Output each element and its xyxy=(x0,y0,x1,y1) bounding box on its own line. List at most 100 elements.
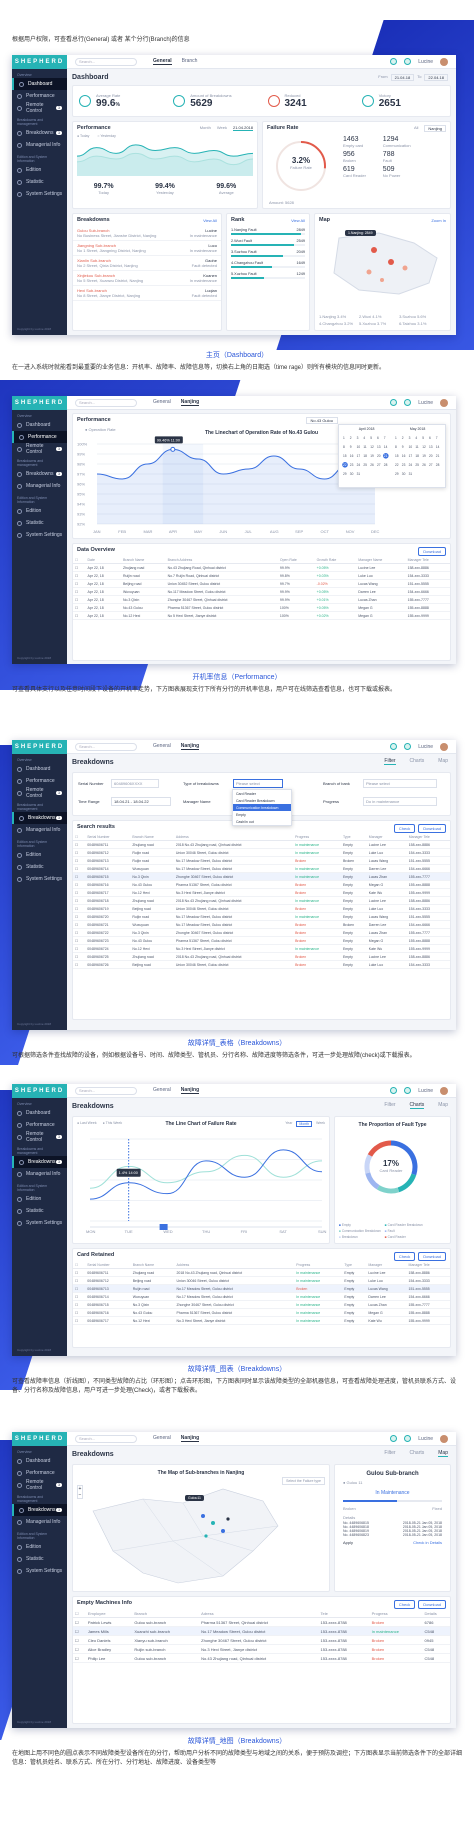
sidebar-item-edition[interactable]: Edition xyxy=(12,164,67,176)
dropdown-option[interactable]: Card Reader xyxy=(233,790,291,797)
tab-charts[interactable]: Charts xyxy=(410,1450,425,1457)
table-row[interactable]: ☐ Philip Lee Gulou sub-branch No.43 Zhujian… xyxy=(73,1653,450,1663)
download-button[interactable]: Download xyxy=(418,824,446,833)
sidebar-item-remote[interactable]: Remote Control 3 xyxy=(12,443,67,455)
search-input[interactable]: Search... xyxy=(75,1434,137,1443)
row-checkbox[interactable]: ☐ xyxy=(73,928,86,937)
sidebar-item-managerial[interactable]: Managerial Info xyxy=(12,139,67,151)
row-checkbox[interactable]: ☐ xyxy=(73,1644,86,1654)
row-checkbox[interactable]: ☐ xyxy=(73,1300,86,1309)
row-checkbox[interactable]: ☐ xyxy=(73,563,86,572)
download-button[interactable]: Download xyxy=(418,547,446,556)
calendar-day[interactable]: 23 xyxy=(402,463,406,467)
dropdown-option[interactable]: Card Reader Breakdown xyxy=(233,797,291,804)
table-row[interactable]: ☐ 00489606712 Ruijin road Union 30046 Stree… xyxy=(73,848,450,857)
calendar-day[interactable]: 22 xyxy=(395,463,399,467)
sidebar-item-managerial[interactable]: Managerial Info xyxy=(12,824,67,836)
calendar-day[interactable]: 22 xyxy=(343,463,347,467)
sidebar-item-statistic[interactable]: Statistic xyxy=(12,1205,67,1217)
sidebar-item-breakdowns[interactable]: Breakdowns 3 xyxy=(12,1156,67,1168)
to-date[interactable]: 22.04.18 xyxy=(424,74,448,81)
avatar[interactable] xyxy=(440,742,448,751)
calendar-day[interactable]: 1 xyxy=(395,436,397,440)
table-row[interactable]: ☐ Apr 22, 18 Ruijin road No.7 Ruijin Road, … xyxy=(73,571,450,580)
notification-icon[interactable] xyxy=(390,743,398,750)
row-checkbox[interactable]: ☐ xyxy=(73,952,86,961)
calendar-day[interactable]: 29 xyxy=(343,472,347,476)
calendar-day[interactable]: 13 xyxy=(377,445,381,449)
sidebar-item-remote[interactable]: Remote Control 3 xyxy=(12,787,67,799)
calendar-day[interactable]: 17 xyxy=(357,454,361,458)
table-row[interactable]: ☐ Apr 22, 18 No.12 Hexi No 5 Hexi Street, J… xyxy=(73,611,450,620)
search-input[interactable]: Search... xyxy=(75,57,137,66)
tab-general[interactable]: General xyxy=(153,743,171,750)
table-row[interactable]: ☐ 00489606719 Beijing road Union 30046 Stre… xyxy=(73,904,450,913)
table-row[interactable]: ☐ 00489606717 No.12 Hexi No.3 Hexi Street, … xyxy=(73,1316,450,1325)
table-row[interactable]: ☐ Apr 22, 18 Beijing road Union 30452 Stree… xyxy=(73,579,450,588)
row-checkbox[interactable]: ☐ xyxy=(73,1268,86,1277)
calendar-day[interactable]: 5 xyxy=(370,436,372,440)
zoom-in-link[interactable]: Zoom In xyxy=(431,218,446,223)
row-checkbox[interactable]: ☐ xyxy=(73,1617,86,1627)
calendar-day[interactable]: 8 xyxy=(395,445,397,449)
from-date[interactable]: 21.04.18 xyxy=(390,74,415,81)
sidebar-item-breakdowns[interactable]: Breakdowns 3 xyxy=(12,1504,67,1516)
range-slider-handle[interactable] xyxy=(159,1224,168,1230)
check-button[interactable]: Check xyxy=(393,824,416,833)
calendar-day[interactable]: 1 xyxy=(343,436,345,440)
calendar-day[interactable]: 4 xyxy=(415,436,417,440)
table-row[interactable]: ☐ 00489606714 Wuxuyuan No.17 Meadow Street,… xyxy=(73,864,450,873)
row-checkbox[interactable]: ☐ xyxy=(73,904,86,913)
download-button[interactable]: Download xyxy=(418,1252,446,1261)
sidebar-item-statistic[interactable]: Statistic xyxy=(12,176,67,188)
donut-slice[interactable] xyxy=(376,1185,400,1194)
calendar-day[interactable]: 26 xyxy=(370,463,374,467)
calendar-day[interactable]: 30 xyxy=(402,472,406,476)
sidebar-item-edition[interactable]: Edition xyxy=(12,1541,67,1553)
notification-icon[interactable] xyxy=(390,399,398,406)
table-row[interactable]: ☐ Patrick Lewis Gulou sub-branch Pharma 513… xyxy=(73,1617,450,1627)
view-all-link[interactable]: View All xyxy=(203,218,217,223)
sidebar-item-dashboard[interactable]: Dashboard xyxy=(12,419,67,431)
sidebar-item-statistic[interactable]: Statistic xyxy=(12,517,67,529)
sidebar-item-breakdowns[interactable]: Breakdowns 3 xyxy=(12,812,67,824)
calendar-day[interactable]: 2 xyxy=(402,436,404,440)
sidebar-item-performance[interactable]: Performance xyxy=(12,1467,67,1479)
table-row[interactable]: ☐ 00489606711 Zhujiang road 2018 No.43 Zhuj… xyxy=(73,1268,450,1277)
sidebar-item-system[interactable]: System Settings xyxy=(12,188,67,200)
sidebar-item-performance[interactable]: Performance xyxy=(12,90,67,102)
row-checkbox[interactable]: ☐ xyxy=(73,1626,86,1636)
branch-select[interactable]: Please select xyxy=(363,779,437,788)
row-checkbox[interactable]: ☐ xyxy=(73,864,86,873)
sidebar-item-system[interactable]: System Settings xyxy=(12,1217,67,1229)
table-row[interactable]: ☐ Cleo Daniels Xianyu sub-branch Zhonghe 30… xyxy=(73,1635,450,1645)
row-checkbox[interactable]: ☐ xyxy=(73,896,86,905)
sidebar-item-dashboard[interactable]: Dashboard xyxy=(12,1107,67,1119)
sidebar-item-edition[interactable]: Edition xyxy=(12,505,67,517)
table-row[interactable]: ☐ 00489606714 Wuxuyuan No.17 Meadow Street,… xyxy=(73,1292,450,1301)
notification-icon[interactable] xyxy=(390,58,398,65)
row-checkbox[interactable]: ☐ xyxy=(73,595,86,604)
notification-icon[interactable] xyxy=(390,1087,398,1094)
row-checkbox[interactable]: ☐ xyxy=(73,1284,86,1293)
sidebar-item-dashboard[interactable]: Dashboard xyxy=(12,1455,67,1467)
sidebar-item-dashboard[interactable]: Dashboard xyxy=(12,763,67,775)
calendar-day[interactable]: 30 xyxy=(350,472,354,476)
list-item[interactable]: Jiangning Sub-branch No 1 Street, Jiangni… xyxy=(73,241,221,256)
row-checkbox[interactable]: ☐ xyxy=(73,936,86,945)
tab-charts[interactable]: Charts xyxy=(409,1102,425,1109)
calendar-day[interactable]: 19 xyxy=(370,454,374,458)
row-checkbox[interactable]: ☐ xyxy=(73,920,86,929)
calendar-day[interactable]: 23 xyxy=(350,463,354,467)
calendar-day[interactable]: 5 xyxy=(422,436,424,440)
row-checkbox[interactable]: ☐ xyxy=(73,944,86,953)
branch-select[interactable]: Nanjing xyxy=(424,125,446,132)
message-icon[interactable] xyxy=(404,743,412,750)
sidebar-item-dashboard[interactable]: Dashboard xyxy=(12,78,67,90)
tab-all[interactable]: All xyxy=(414,125,418,132)
table-row[interactable]: ☐ 00489606721 Wuxuyuan No.17 Meadow Street,… xyxy=(73,920,450,929)
time-range-input[interactable]: 18.04.21 - 18.04.22 xyxy=(111,797,171,806)
table-row[interactable]: ☐ 00489606712 Beijing road Union 30046 Stre… xyxy=(73,1276,450,1285)
tab-map[interactable]: Map xyxy=(438,758,448,765)
list-item[interactable]: Hexi Sub-branch No 8 Street, Jianye Distr… xyxy=(73,286,221,301)
